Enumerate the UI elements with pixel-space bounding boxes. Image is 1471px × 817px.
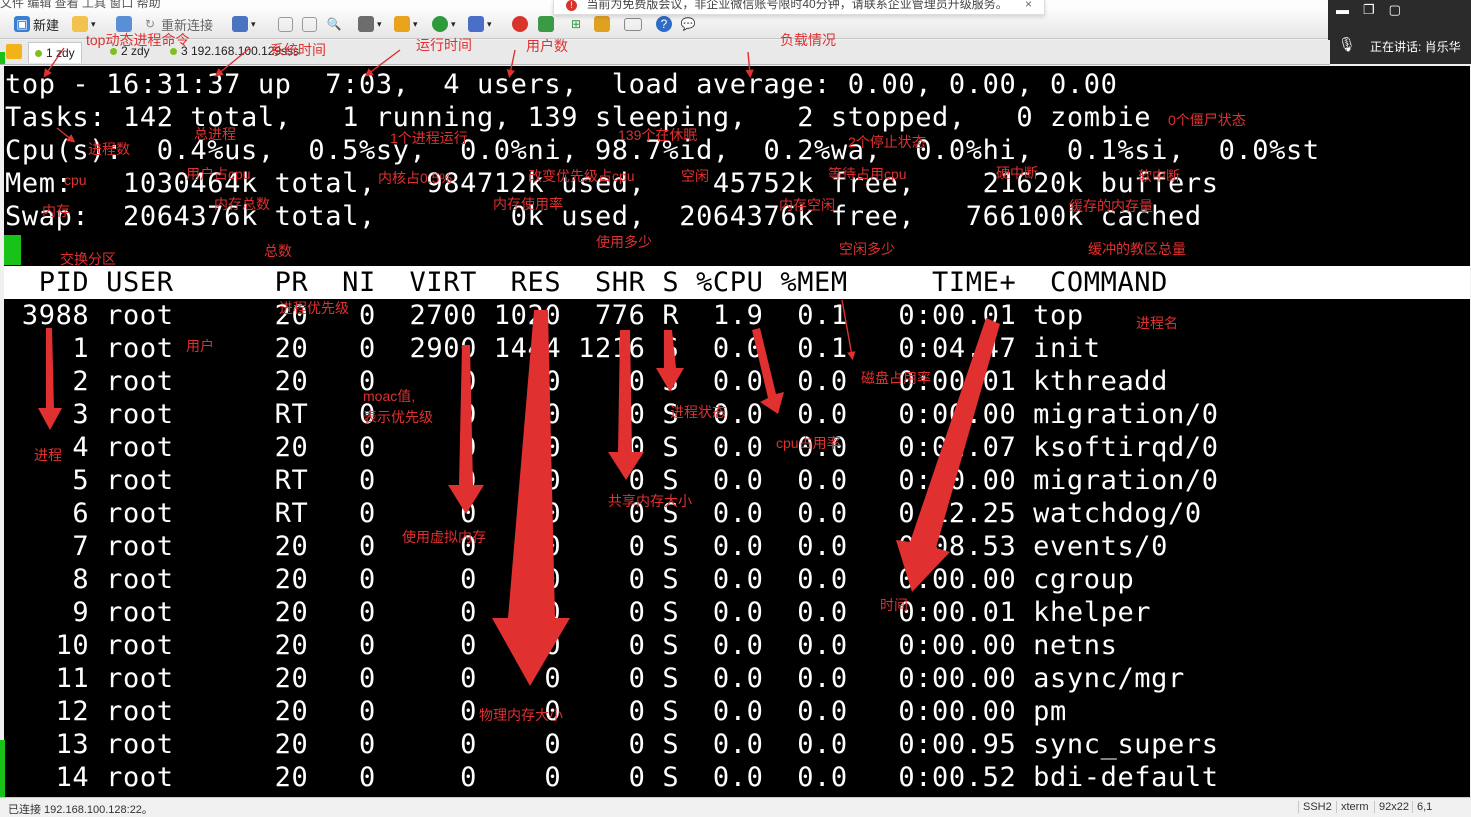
terminal-type-status: xterm — [1336, 801, 1369, 813]
annotation-label: 用户 — [186, 338, 214, 354]
annotation-label: 0个僵尸状态 — [1168, 112, 1246, 128]
annotation-label: cpu — [64, 172, 87, 188]
annotation-label: 总进程 — [194, 126, 236, 142]
annotation-label: 进程数 — [88, 141, 130, 157]
annotation-arrow — [364, 49, 401, 77]
annotation-label: 内存总数 — [214, 196, 270, 212]
annotation-arrow — [43, 47, 65, 78]
arrow-physical-icon — [492, 310, 570, 686]
annotation-label: 运行时间 — [416, 37, 472, 53]
annotation-label: 负载情况 — [780, 32, 836, 48]
annotation-label: 进程名 — [1136, 315, 1178, 331]
annotation-label: 使用多少 — [596, 234, 652, 250]
annotation-label: 空闲 — [681, 168, 709, 184]
annotation-label: 1个进程运行 — [390, 130, 468, 146]
annotation-label: 进程 — [34, 447, 62, 463]
annotation-label: 表示优先级 — [363, 409, 433, 425]
annotation-label: 系统时间 — [270, 42, 326, 58]
status-bar: 已连接 192.168.100.128:22。 SSH2 xterm 92x22… — [0, 797, 1471, 816]
annotation-label: 用户占cpu — [186, 166, 251, 182]
annotation-label: 空闲多少 — [839, 241, 895, 257]
annotation-label: 139个在休眠 — [618, 127, 698, 143]
arrow-process-icon — [38, 328, 62, 430]
annotation-arrow — [214, 47, 251, 77]
annotation-label: 软中断 — [1138, 168, 1180, 184]
annotation-label: 磁盘占用率 — [861, 370, 931, 386]
annotation-label: 缓冲的教区总量 — [1088, 241, 1186, 257]
terminal-size-status: 92x22 — [1374, 801, 1409, 813]
annotation-label: 时间 — [880, 597, 908, 613]
annotation-label: 共享内存大小 — [608, 493, 692, 509]
annotation-label: cpu占用率 — [776, 435, 841, 451]
annotation-arrow — [745, 51, 754, 79]
cursor-position-status: 6,1 — [1412, 801, 1432, 813]
annotation-label: 改变优先级占cpu — [528, 168, 635, 184]
annotation-label: 使用虚拟内存 — [402, 529, 486, 545]
annotation-label: 内存空闲 — [779, 197, 835, 213]
annotation-label: 物理内存大小 — [479, 707, 563, 723]
annotation-arrow — [841, 299, 856, 361]
arrow-virt-icon — [448, 345, 484, 514]
annotation-label: 缓存的内存量 — [1069, 198, 1153, 214]
arrow-time-icon — [896, 318, 1000, 592]
annotation-label: 进程优先级 — [279, 300, 349, 316]
annotation-label: 硬中断 — [996, 165, 1038, 181]
arrow-state-icon — [656, 330, 684, 392]
arrow-shared-icon — [608, 330, 644, 480]
annotation-label: 内存 — [42, 203, 70, 219]
annotation-label: 进程状态 — [670, 404, 726, 420]
annotation-label: 总数 — [264, 243, 292, 259]
annotation-label: 交换分区 — [60, 251, 116, 267]
annotation-label: 2个停止状态 — [848, 134, 926, 150]
annotation-label: 用户数 — [526, 38, 568, 54]
protocol-status: SSH2 — [1298, 801, 1332, 813]
annotation-label: top动态进程命令 — [86, 32, 190, 48]
annotation-label: 内存使用率 — [493, 196, 563, 212]
arrow-cpu-icon — [752, 328, 784, 414]
annotation-arrow — [56, 127, 76, 143]
annotation-arrows — [38, 47, 1000, 686]
annotation-label: 等待占用cpu — [828, 166, 907, 182]
annotation-label: 内核占0.5% — [378, 170, 452, 186]
annotation-label: moac值, — [363, 388, 416, 404]
annotation-arrow — [506, 49, 516, 79]
connection-status: 已连接 192.168.100.128:22。 — [8, 804, 153, 816]
